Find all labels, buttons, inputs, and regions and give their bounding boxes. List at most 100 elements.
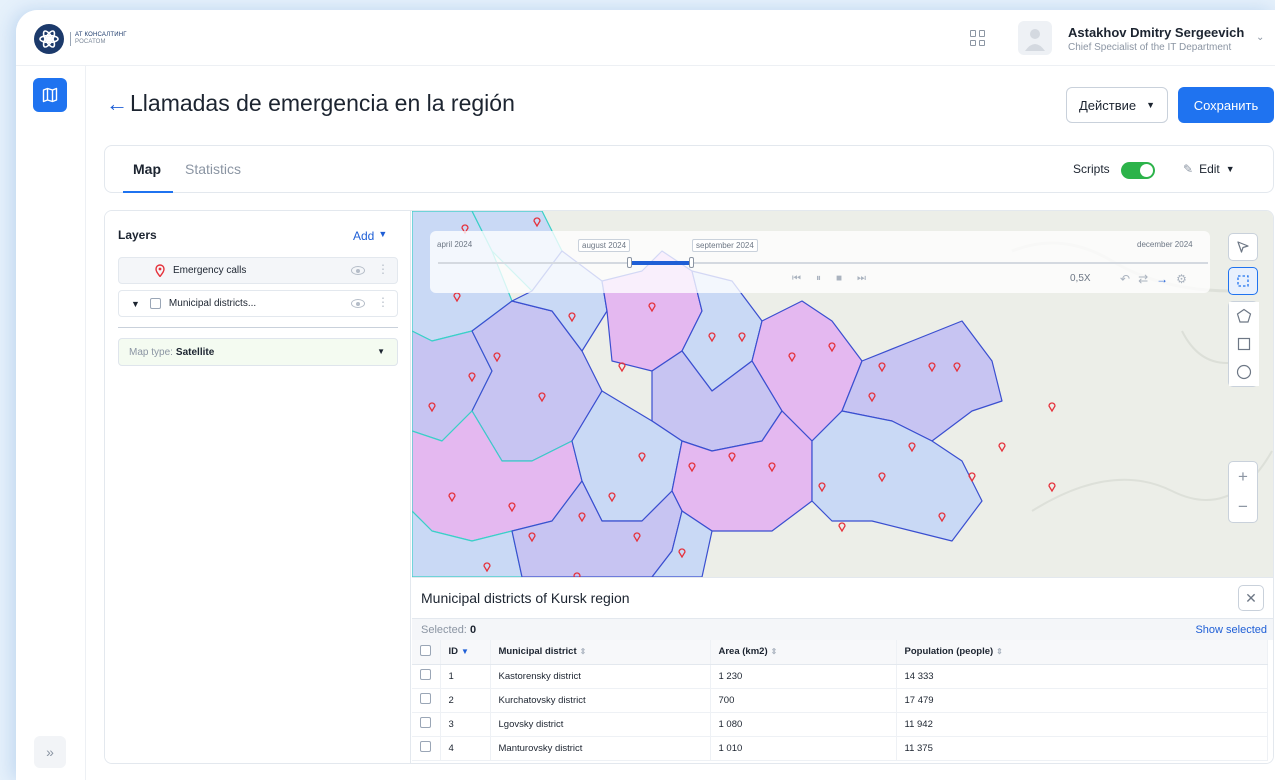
row-checkbox[interactable] <box>420 693 431 704</box>
chevron-down-icon[interactable]: ⌄ <box>1256 32 1264 43</box>
map-pin-icon <box>155 264 165 277</box>
skip-back-icon[interactable]: ⏮ <box>792 273 816 284</box>
rosatom-logo-icon <box>34 24 64 54</box>
playback-speed[interactable]: 0,5X <box>1070 273 1091 284</box>
table-row[interactable]: 1 Kastorensky district 1 230 14 333 <box>412 664 1268 689</box>
row-checkbox[interactable] <box>420 717 431 728</box>
divider <box>118 327 398 328</box>
select-tool-button[interactable] <box>1228 233 1258 261</box>
more-vertical-icon[interactable]: ⋮ <box>377 296 389 308</box>
table-row[interactable]: 3 Lgovsky district 1 080 11 942 <box>412 712 1268 737</box>
settings-icon[interactable]: ⚙ <box>1176 272 1187 286</box>
layer-checkbox[interactable] <box>149 298 161 309</box>
logo[interactable]: АТ КОНСАЛТИНГ РОСАТОМ <box>34 24 127 54</box>
back-arrow-icon[interactable]: ← <box>106 91 128 117</box>
circle-tool-button[interactable] <box>1229 358 1259 386</box>
timeline-end-handle[interactable] <box>689 257 694 268</box>
timeline-start-label: april 2024 <box>437 240 473 249</box>
column-header-area[interactable]: Area (km2) ⇕ <box>710 640 897 665</box>
cell-district: Kastorensky district <box>490 664 711 689</box>
column-header-population[interactable]: Population (people) ⇕ <box>896 640 1268 665</box>
arrow-right-icon[interactable]: → <box>1156 272 1168 286</box>
workspace: Layers Add ▼ Emergency calls ⋮ ▼ Municip… <box>104 210 1274 764</box>
logo-line-2: РОСАТОМ <box>75 39 106 45</box>
layer-item-emergency-calls[interactable]: Emergency calls ⋮ <box>118 257 398 284</box>
save-button[interactable]: Сохранить <box>1178 87 1274 123</box>
cell-population: 11 375 <box>896 736 1268 761</box>
cell-area: 1 080 <box>710 712 897 737</box>
layers-panel: Layers Add ▼ Emergency calls ⋮ ▼ Municip… <box>105 211 411 763</box>
chevron-down-icon[interactable]: ▼ <box>131 299 140 309</box>
add-layer-button[interactable]: Add ▼ <box>353 229 387 243</box>
column-header-label: Municipal district <box>498 646 577 658</box>
playback-options: ↶ ⇄ → ⚙ <box>1120 272 1187 286</box>
avatar[interactable] <box>1018 21 1052 55</box>
select-all-checkbox[interactable] <box>420 644 431 656</box>
sort-icon[interactable]: ⇕ <box>996 647 1003 656</box>
pencil-icon: ✎ <box>1183 162 1194 176</box>
map-type-label: Map type: <box>129 346 173 358</box>
polygon-tool-button[interactable] <box>1229 302 1259 330</box>
map-type-select[interactable]: Map type: Satellite ▼ <box>118 338 398 366</box>
user-silhouette-icon <box>1025 29 1045 51</box>
table-row[interactable]: 2 Kurchatovsky district 700 17 479 <box>412 688 1268 713</box>
table-row[interactable]: 4 Manturovsky district 1 010 11 375 <box>412 736 1268 761</box>
skip-forward-icon[interactable]: ⏭ <box>857 273 881 284</box>
row-checkbox[interactable] <box>420 741 431 752</box>
left-rail: » <box>16 66 86 780</box>
page-title: ← Llamadas de emergencia en la región <box>106 90 515 117</box>
close-table-button[interactable]: ✕ <box>1238 585 1264 611</box>
rectangle-tool-button[interactable] <box>1229 330 1259 358</box>
eye-icon[interactable] <box>351 266 365 275</box>
tab-statistics[interactable]: Statistics <box>185 161 241 177</box>
timeline-selected-range <box>630 261 690 265</box>
sort-desc-icon[interactable]: ▼ <box>461 647 469 656</box>
zoom-in-button[interactable]: + <box>1229 462 1257 492</box>
layer-item-municipal-districts[interactable]: ▼ Municipal districts... ⋮ <box>118 290 398 317</box>
districts-table: ID ▼ Municipal district ⇕ Area (km2) ⇕ Popu… <box>412 640 1268 761</box>
sort-icon[interactable]: ⇕ <box>771 647 778 656</box>
column-header-label: ID <box>448 646 459 658</box>
more-vertical-icon[interactable]: ⋮ <box>377 263 389 275</box>
zoom-out-button[interactable]: − <box>1229 492 1257 522</box>
caret-down-icon: ▼ <box>1146 100 1156 110</box>
table-header-row: ID ▼ Municipal district ⇕ Area (km2) ⇕ Popu… <box>412 640 1268 665</box>
tab-map[interactable]: Map <box>133 161 161 177</box>
stop-icon[interactable]: ■ <box>836 273 857 284</box>
timeline-track[interactable] <box>438 262 1208 264</box>
eye-icon[interactable] <box>351 299 365 308</box>
table-selection-bar: Selected: 0 Show selected <box>412 618 1273 640</box>
column-header-id[interactable]: ID ▼ <box>440 640 491 665</box>
row-select-cell <box>412 664 441 689</box>
column-header-district[interactable]: Municipal district ⇕ <box>490 640 711 665</box>
apps-grid-icon[interactable] <box>970 30 986 46</box>
cell-district: Kurchatovsky district <box>490 688 711 713</box>
sort-icon[interactable]: ⇕ <box>580 647 587 656</box>
column-header-label: Area (km2) <box>718 646 768 658</box>
pause-icon[interactable]: ⏸ <box>816 273 836 284</box>
cursor-icon <box>1237 241 1249 253</box>
playback-controls[interactable]: ⏮⏸■⏭ <box>792 273 881 284</box>
layer-name: Municipal districts... <box>168 298 257 309</box>
timeline-start-handle[interactable] <box>627 257 632 268</box>
active-tab-underline <box>123 191 173 193</box>
caret-down-icon: ▼ <box>377 347 385 356</box>
expand-sidebar-button[interactable]: » <box>34 736 66 768</box>
timeline-player: april 2024 august 2024 september 2024 de… <box>430 231 1210 293</box>
user-name[interactable]: Astakhov Dmitry Sergeevich <box>1068 25 1244 40</box>
timeline-range-end-label: september 2024 <box>692 239 758 252</box>
map-canvas[interactable]: april 2024 august 2024 september 2024 de… <box>412 211 1273 577</box>
cell-id: 2 <box>440 688 491 713</box>
show-selected-link[interactable]: Show selected <box>1195 624 1267 636</box>
row-checkbox[interactable] <box>420 669 431 680</box>
cell-id: 3 <box>440 712 491 737</box>
scripts-toggle[interactable] <box>1121 162 1155 179</box>
edit-dropdown-button[interactable]: ✎ Edit ▼ <box>1183 162 1235 176</box>
draw-tools <box>1228 301 1259 387</box>
undo-icon[interactable]: ↶ <box>1120 272 1130 286</box>
loop-icon[interactable]: ⇄ <box>1138 272 1148 286</box>
map-nav-button[interactable] <box>33 78 67 112</box>
cell-area: 1 230 <box>710 664 897 689</box>
action-dropdown-button[interactable]: Действие ▼ <box>1066 87 1168 123</box>
lasso-select-tool-button[interactable] <box>1228 267 1258 295</box>
